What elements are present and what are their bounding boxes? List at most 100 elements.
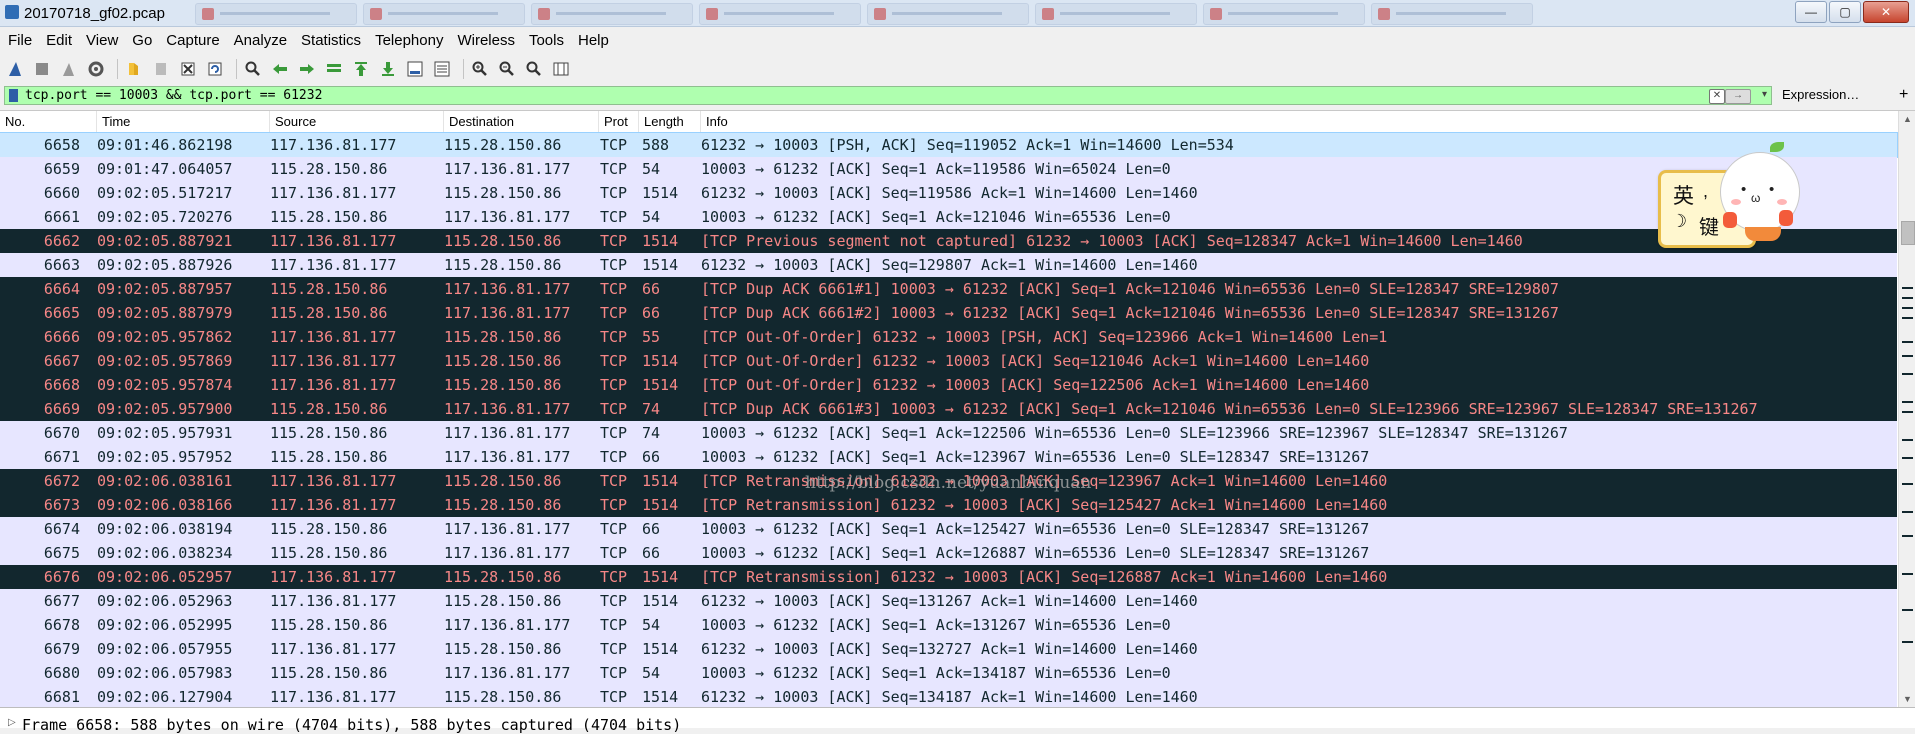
resize-columns-icon[interactable] (550, 58, 572, 80)
packet-time: 09:02:05.957952 (97, 448, 233, 466)
minimize-button[interactable]: — (1795, 1, 1827, 23)
close-file-icon[interactable] (177, 58, 199, 80)
capture-options-gear-icon[interactable] (85, 58, 107, 80)
packet-row[interactable]: 6670 09:02:05.957931 115.28.150.86 117.136.… (0, 421, 1897, 445)
ime-status-widget[interactable]: 英 , ☽ 键 • • ω (1655, 142, 1800, 252)
background-tab[interactable] (699, 3, 861, 25)
packet-row[interactable]: 6658 09:01:46.862198 117.136.81.177 115.28.… (0, 132, 1898, 158)
zoom-out-icon[interactable] (496, 58, 518, 80)
mascot-leaf-icon (1770, 142, 1784, 152)
packet-row[interactable]: 6681 09:02:06.127904 117.136.81.177 115.28.… (0, 685, 1897, 709)
maximize-button[interactable]: ▢ (1829, 1, 1861, 23)
clear-filter-icon[interactable]: ✕ (1709, 89, 1725, 104)
start-capture-fin-icon[interactable] (4, 58, 26, 80)
background-tab[interactable] (867, 3, 1029, 25)
scroll-up-icon[interactable]: ▲ (1899, 111, 1915, 127)
close-button[interactable]: ✕ (1863, 1, 1909, 23)
packet-row[interactable]: 6669 09:02:05.957900 115.28.150.86 117.136.… (0, 397, 1897, 421)
packet-row[interactable]: 6676 09:02:06.052957 117.136.81.177 115.28.… (0, 565, 1897, 589)
packet-row[interactable]: 6662 09:02:05.887921 117.136.81.177 115.28.… (0, 229, 1897, 253)
packet-row[interactable]: 6667 09:02:05.957869 117.136.81.177 115.28.… (0, 349, 1897, 373)
menu-file[interactable]: File (0, 32, 39, 49)
packet-source: 115.28.150.86 (270, 208, 388, 226)
menu-statistics[interactable]: Statistics (294, 32, 368, 49)
packet-row[interactable]: 6678 09:02:06.052995 115.28.150.86 117.136.… (0, 613, 1897, 637)
packet-source: 117.136.81.177 (270, 640, 397, 658)
menu-capture[interactable]: Capture (159, 32, 226, 49)
packet-length: 66 (642, 544, 661, 562)
packet-row[interactable]: 6679 09:02:06.057955 117.136.81.177 115.28.… (0, 637, 1897, 661)
packet-row[interactable]: 6677 09:02:06.052963 117.136.81.177 115.28.… (0, 589, 1897, 613)
packet-list-scrollbar[interactable]: ▲ ▼ (1898, 111, 1915, 707)
expand-arrow-icon[interactable]: ▷ (8, 717, 16, 728)
packet-row[interactable]: 6661 09:02:05.720276 115.28.150.86 117.136.… (0, 205, 1897, 229)
packet-info: [TCP Out-Of-Order] 61232 → 10003 [ACK] S… (701, 352, 1370, 370)
go-last-packet-icon[interactable] (377, 58, 399, 80)
reload-file-icon[interactable] (204, 58, 226, 80)
menu-go[interactable]: Go (125, 32, 159, 49)
display-filter-input[interactable]: tcp.port == 10003 && tcp.port == 61232 ✕… (4, 86, 1772, 105)
filter-history-chevron-down-icon[interactable]: ▾ (1762, 89, 1767, 100)
frame-summary-text[interactable]: Frame 6658: 588 bytes on wire (4704 bits… (22, 716, 681, 734)
packet-number: 6662 (43, 232, 80, 250)
go-to-packet-icon[interactable] (323, 58, 345, 80)
packet-row[interactable]: 6665 09:02:05.887979 115.28.150.86 117.136.… (0, 301, 1897, 325)
background-tab[interactable] (1371, 3, 1533, 25)
find-packet-magnifier-icon[interactable] (242, 58, 264, 80)
packet-length: 54 (642, 208, 661, 226)
menu-telephony[interactable]: Telephony (368, 32, 450, 49)
auto-scroll-icon[interactable] (404, 58, 426, 80)
packet-row[interactable]: 6668 09:02:05.957874 117.136.81.177 115.28.… (0, 373, 1897, 397)
packet-protocol: TCP (600, 376, 628, 394)
packet-row[interactable]: 6675 09:02:06.038234 115.28.150.86 117.136.… (0, 541, 1897, 565)
go-forward-arrow-icon[interactable] (296, 58, 318, 80)
menu-tools[interactable]: Tools (522, 32, 571, 49)
background-tab[interactable] (363, 3, 525, 25)
colorize-list-icon[interactable] (431, 58, 453, 80)
zoom-in-icon[interactable] (469, 58, 491, 80)
packet-row[interactable]: 6673 09:02:06.038166 117.136.81.177 115.28.… (0, 493, 1897, 517)
packet-row[interactable]: 6660 09:02:05.517217 117.136.81.177 115.28.… (0, 181, 1897, 205)
packet-row[interactable]: 6666 09:02:05.957862 117.136.81.177 115.28.… (0, 325, 1897, 349)
open-file-folder-icon[interactable] (123, 58, 145, 80)
packet-row[interactable]: 6674 09:02:06.038194 115.28.150.86 117.136.… (0, 517, 1897, 541)
background-tab[interactable] (1035, 3, 1197, 25)
add-filter-button[interactable]: + (1899, 86, 1908, 104)
background-tab[interactable] (195, 3, 357, 25)
menu-analyze[interactable]: Analyze (227, 32, 294, 49)
column-header-destination[interactable]: Destination (444, 111, 599, 132)
packet-details-pane: ▷ Frame 6658: 588 bytes on wire (4704 bi… (0, 707, 1915, 734)
background-tab[interactable] (1203, 3, 1365, 25)
scrollbar-thumb[interactable] (1901, 221, 1915, 245)
background-tab[interactable] (531, 3, 693, 25)
column-header-protocol[interactable]: Prot (599, 111, 639, 132)
column-header-length[interactable]: Length (639, 111, 701, 132)
menu-edit[interactable]: Edit (39, 32, 79, 49)
packet-row[interactable]: 6659 09:01:47.064057 115.28.150.86 117.136.… (0, 157, 1897, 181)
packet-row[interactable]: 6663 09:02:05.887926 117.136.81.177 115.28.… (0, 253, 1897, 277)
go-first-packet-icon[interactable] (350, 58, 372, 80)
column-header-info[interactable]: Info (701, 111, 1897, 132)
column-header-no[interactable]: No. (0, 111, 97, 132)
packet-number: 6671 (43, 448, 80, 466)
zoom-reset-icon[interactable] (523, 58, 545, 80)
restart-capture-icon[interactable] (58, 58, 80, 80)
menu-wireless[interactable]: Wireless (450, 32, 522, 49)
column-header-source[interactable]: Source (270, 111, 444, 132)
go-back-arrow-icon[interactable] (269, 58, 291, 80)
expression-button[interactable]: Expression… (1782, 87, 1859, 102)
window-controls: — ▢ ✕ (1795, 1, 1909, 23)
packet-destination: 117.136.81.177 (444, 520, 571, 538)
packet-number: 6681 (43, 688, 80, 706)
column-header-time[interactable]: Time (97, 111, 270, 132)
stop-capture-icon[interactable] (31, 58, 53, 80)
save-file-icon[interactable] (150, 58, 172, 80)
apply-filter-icon[interactable]: → (1725, 89, 1751, 104)
packet-row[interactable]: 6671 09:02:05.957952 115.28.150.86 117.136.… (0, 445, 1897, 469)
scroll-down-icon[interactable]: ▼ (1899, 691, 1915, 707)
menu-view[interactable]: View (79, 32, 125, 49)
menu-help[interactable]: Help (571, 32, 616, 49)
bookmark-icon[interactable] (9, 89, 18, 102)
packet-row[interactable]: 6664 09:02:05.887957 115.28.150.86 117.136.… (0, 277, 1897, 301)
packet-row[interactable]: 6680 09:02:06.057983 115.28.150.86 117.136.… (0, 661, 1897, 685)
